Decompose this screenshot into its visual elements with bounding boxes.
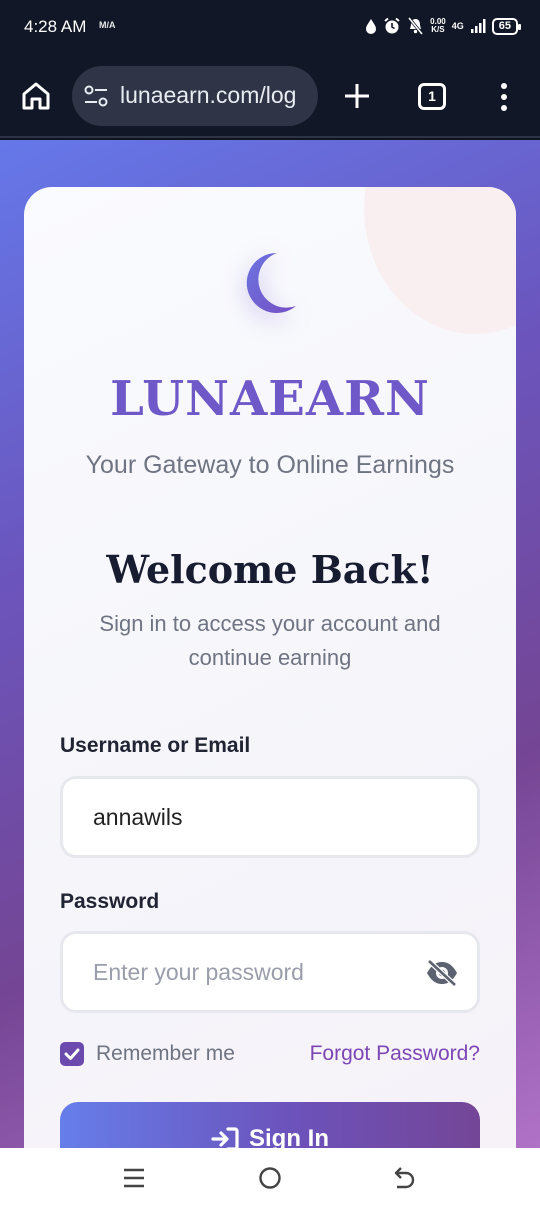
home-circle-icon[interactable] — [258, 1166, 282, 1190]
tabs-icon[interactable]: 1 — [418, 83, 446, 110]
speed-unit: K/S — [431, 25, 445, 34]
password-field[interactable] — [60, 931, 480, 1013]
url-text[interactable]: lunaearn.com/log — [120, 82, 296, 109]
forgot-password-link[interactable]: Forgot Password? — [310, 1042, 480, 1066]
status-bar: 4:28 AM M/A 0.00 K/S 4G 65 — [0, 0, 540, 54]
username-label: Username or Email — [60, 734, 251, 757]
password-label: Password — [60, 890, 160, 913]
back-icon[interactable] — [392, 1166, 416, 1190]
bell-off-icon — [407, 17, 424, 35]
tagline: Your Gateway to Online Earnings — [85, 451, 455, 479]
card-decoration — [364, 187, 516, 334]
password-input[interactable] — [93, 934, 413, 1010]
battery-level: 65 — [498, 19, 511, 32]
signal-icon — [470, 19, 486, 33]
alarm-icon — [384, 17, 400, 34]
system-navbar — [0, 1148, 540, 1208]
page-viewport: LUNAEARN Your Gateway to Online Earnings… — [0, 140, 540, 1148]
page-title: Welcome Back! — [106, 547, 434, 592]
more-vert-icon[interactable] — [498, 82, 510, 112]
plus-icon[interactable] — [343, 82, 371, 110]
status-icons: 0.00 K/S 4G 65 — [365, 14, 522, 38]
remember-label[interactable]: Remember me — [96, 1042, 235, 1066]
remember-checkbox[interactable] — [60, 1042, 84, 1066]
sign-in-label: Sign In — [249, 1125, 329, 1148]
battery-icon: 65 — [491, 17, 522, 35]
address-bar[interactable]: lunaearn.com/log — [72, 66, 318, 126]
recents-icon[interactable] — [123, 1167, 145, 1189]
browser-toolbar: lunaearn.com/log 1 — [0, 54, 540, 138]
sign-in-content: Sign In — [60, 1125, 480, 1148]
page-subtitle: Sign in to access your account and conti… — [99, 611, 441, 670]
tab-count: 1 — [428, 88, 436, 104]
status-mini-indicator: M/A — [99, 20, 116, 30]
network-speed: 0.00 K/S — [430, 18, 446, 34]
sign-in-icon — [211, 1127, 239, 1148]
status-time: 4:28 AM — [24, 17, 87, 36]
check-icon — [64, 1048, 80, 1060]
username-field[interactable] — [60, 776, 480, 858]
username-input[interactable] — [93, 779, 413, 855]
water-drop-icon — [366, 18, 377, 34]
home-icon[interactable] — [20, 80, 52, 112]
network-type: 4G — [451, 21, 464, 31]
site-settings-icon[interactable] — [83, 84, 109, 108]
eye-slash-icon[interactable] — [425, 959, 459, 987]
moon-logo-icon — [246, 252, 296, 313]
sign-in-button[interactable]: Sign In — [60, 1102, 480, 1148]
brand-name: LUNAEARN — [110, 371, 430, 427]
login-card: LUNAEARN Your Gateway to Online Earnings… — [24, 187, 516, 1148]
